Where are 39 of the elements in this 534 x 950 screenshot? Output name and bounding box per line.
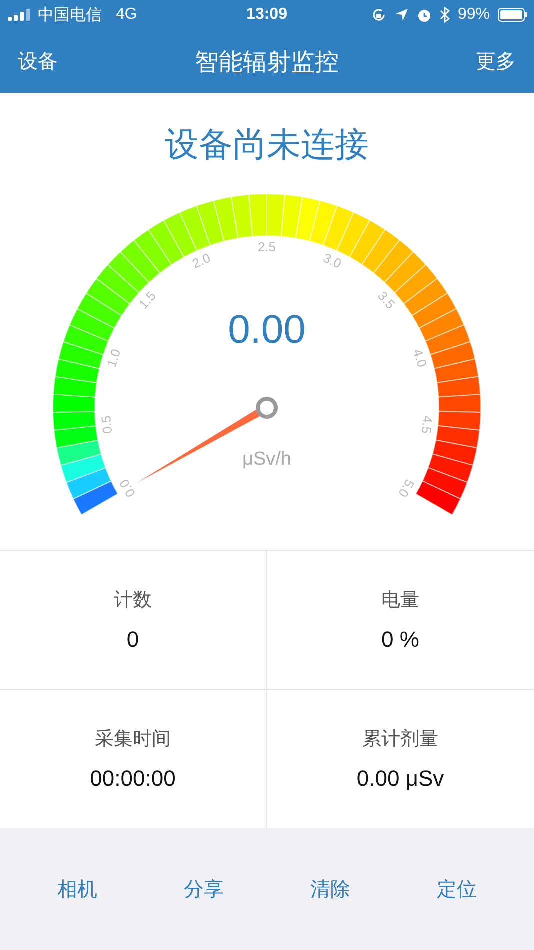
- scale-label: 3.5: [375, 288, 398, 312]
- stat-value: 0.00 μSv: [356, 766, 444, 792]
- scale-label: 2.5: [258, 239, 276, 254]
- reading-value: 0.00: [228, 308, 306, 352]
- tab-bar-button[interactable]: 清除: [304, 872, 356, 906]
- signal-icon: [8, 9, 32, 21]
- scale-label: 4.5: [418, 415, 436, 435]
- battery-percent: 99%: [458, 6, 490, 24]
- scale-label: 1.5: [136, 288, 159, 312]
- alarm-icon: [416, 8, 432, 22]
- connection-status: 设备尚未连接: [165, 125, 369, 166]
- scale-label: 1.0: [104, 347, 124, 370]
- clock: 13:09: [246, 6, 288, 24]
- carrier-name: 中国电信: [38, 6, 102, 26]
- devices-link[interactable]: 设备: [18, 48, 58, 75]
- tab-bar-button[interactable]: 相机: [51, 872, 104, 906]
- location-icon: [394, 8, 409, 22]
- bluetooth-icon: [440, 7, 450, 23]
- stat-label: 累计剂量: [362, 728, 438, 752]
- scale-label: 5.0: [395, 476, 418, 500]
- network-type: 4G: [116, 6, 138, 24]
- stat-label: 计数: [114, 589, 152, 613]
- stat-label: 采集时间: [95, 728, 171, 752]
- scale-label: 0.0: [116, 476, 139, 500]
- battery-icon: [498, 8, 528, 22]
- stat-value: 00:00:00: [90, 766, 176, 792]
- stat-label: 电量: [382, 589, 420, 613]
- tab-bar-button[interactable]: 定位: [430, 872, 483, 906]
- more-link[interactable]: 更多: [476, 48, 516, 75]
- scale-label: 0.5: [98, 415, 116, 435]
- tab-bar-button[interactable]: 分享: [178, 872, 230, 906]
- stat-value: 0: [126, 627, 140, 653]
- scale-label: 3.0: [321, 250, 344, 272]
- scale-label: 2.0: [190, 250, 213, 272]
- unit-label: μSv/h: [242, 449, 292, 470]
- rotation-lock-icon: [370, 7, 387, 23]
- stat-value: 0 %: [382, 627, 420, 653]
- app-title: 智能辐射监控: [195, 48, 339, 78]
- scale-label: 4.0: [410, 347, 430, 370]
